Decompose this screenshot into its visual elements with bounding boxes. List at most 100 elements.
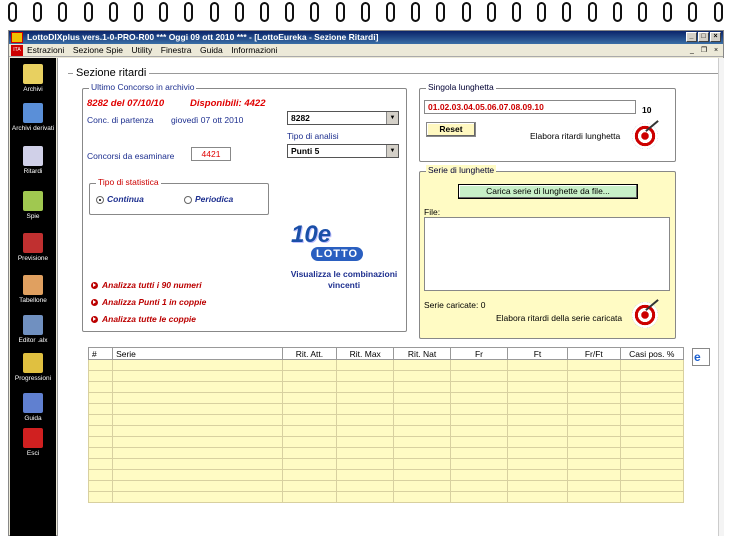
menu-guida[interactable]: Guida: [200, 44, 223, 57]
table-cell[interactable]: [567, 392, 621, 404]
action-analyze-90[interactable]: Analizza tutti i 90 numeri: [91, 280, 202, 290]
lotto-logo[interactable]: 10e LOTTO: [291, 221, 383, 263]
table-cell[interactable]: [281, 425, 338, 437]
table-cell[interactable]: [112, 381, 283, 393]
vertical-scrollbar[interactable]: [718, 58, 724, 536]
table-cell[interactable]: [506, 381, 569, 393]
col-header[interactable]: Rit. Att.: [281, 347, 338, 360]
table-cell[interactable]: [393, 359, 452, 371]
table-cell[interactable]: [567, 480, 621, 492]
table-cell[interactable]: [450, 480, 508, 492]
table-cell[interactable]: [112, 447, 283, 459]
table-cell[interactable]: [87, 370, 114, 382]
table-cell[interactable]: [619, 414, 685, 426]
chevron-down-icon[interactable]: ▼: [386, 145, 398, 157]
table-row[interactable]: [87, 436, 685, 448]
table-cell[interactable]: [336, 425, 395, 437]
table-row[interactable]: [87, 469, 685, 481]
sidebar-item-esci[interactable]: Esci: [10, 428, 56, 457]
sidebar-item-tabellone[interactable]: Tabellone: [10, 275, 56, 304]
table-cell[interactable]: [336, 491, 395, 503]
table-cell[interactable]: [567, 491, 621, 503]
table-cell[interactable]: [336, 458, 395, 470]
table-cell[interactable]: [281, 403, 338, 415]
table-cell[interactable]: [336, 480, 395, 492]
table-cell[interactable]: [336, 469, 395, 481]
table-cell[interactable]: [619, 425, 685, 437]
table-row[interactable]: [87, 359, 685, 371]
table-cell[interactable]: [506, 425, 569, 437]
table-cell[interactable]: [567, 381, 621, 393]
table-cell[interactable]: [87, 403, 114, 415]
table-cell[interactable]: [567, 469, 621, 481]
table-cell[interactable]: [619, 480, 685, 492]
table-cell[interactable]: [506, 480, 569, 492]
table-cell[interactable]: [281, 458, 338, 470]
table-cell[interactable]: [450, 425, 508, 437]
reset-button[interactable]: Reset: [426, 122, 476, 137]
file-textarea[interactable]: [424, 217, 670, 291]
table-row[interactable]: [87, 425, 685, 437]
menu-finestra[interactable]: Finestra: [161, 44, 192, 57]
table-row[interactable]: [87, 414, 685, 426]
table-cell[interactable]: [112, 359, 283, 371]
table-cell[interactable]: [619, 370, 685, 382]
table-cell[interactable]: [506, 370, 569, 382]
table-cell[interactable]: [87, 480, 114, 492]
table-cell[interactable]: [619, 491, 685, 503]
mdi-icon[interactable]: ITA: [11, 45, 23, 56]
table-cell[interactable]: [619, 381, 685, 393]
table-cell[interactable]: [87, 469, 114, 481]
table-cell[interactable]: [450, 359, 508, 371]
sidebar-item-ritardi[interactable]: Ritardi: [10, 146, 56, 175]
table-cell[interactable]: [112, 403, 283, 415]
single-input[interactable]: 01.02.03.04.05.06.07.08.09.10: [424, 100, 636, 114]
table-cell[interactable]: [506, 392, 569, 404]
table-cell[interactable]: [393, 469, 452, 481]
table-cell[interactable]: [281, 392, 338, 404]
table-row[interactable]: [87, 491, 685, 503]
table-cell[interactable]: [619, 359, 685, 371]
table-row[interactable]: [87, 392, 685, 404]
table-cell[interactable]: [87, 436, 114, 448]
table-cell[interactable]: [450, 392, 508, 404]
target-icon[interactable]: [632, 123, 658, 149]
table-cell[interactable]: [336, 381, 395, 393]
maximize-button[interactable]: □: [698, 32, 709, 42]
table-cell[interactable]: [506, 359, 569, 371]
table-row[interactable]: [87, 480, 685, 492]
table-cell[interactable]: [87, 491, 114, 503]
action-analyze-couples[interactable]: Analizza tutte le coppie: [91, 314, 196, 324]
col-header[interactable]: Fr: [450, 347, 508, 360]
table-cell[interactable]: [506, 491, 569, 503]
table-cell[interactable]: [336, 403, 395, 415]
menu-estrazioni[interactable]: Estrazioni: [27, 44, 64, 57]
table-cell[interactable]: [450, 469, 508, 481]
table-cell[interactable]: [450, 447, 508, 459]
table-cell[interactable]: [393, 414, 452, 426]
table-cell[interactable]: [112, 392, 283, 404]
table-cell[interactable]: [393, 370, 452, 382]
mdi-close-icon[interactable]: ×: [711, 46, 721, 55]
table-cell[interactable]: [450, 403, 508, 415]
col-header[interactable]: Ft: [506, 347, 569, 360]
table-cell[interactable]: [506, 414, 569, 426]
minimize-button[interactable]: _: [686, 32, 697, 42]
table-cell[interactable]: [393, 491, 452, 503]
mdi-restore-icon[interactable]: ❐: [699, 46, 709, 55]
table-cell[interactable]: [450, 458, 508, 470]
table-cell[interactable]: [87, 359, 114, 371]
table-cell[interactable]: [450, 370, 508, 382]
table-cell[interactable]: [567, 436, 621, 448]
table-cell[interactable]: [567, 359, 621, 371]
table-cell[interactable]: [506, 436, 569, 448]
mdi-minimize-icon[interactable]: _: [687, 46, 697, 55]
table-cell[interactable]: [336, 414, 395, 426]
analysis-select[interactable]: Punti 5 ▼: [287, 144, 399, 158]
table-cell[interactable]: [506, 447, 569, 459]
table-cell[interactable]: [393, 392, 452, 404]
table-cell[interactable]: [393, 458, 452, 470]
table-cell[interactable]: [281, 414, 338, 426]
table-cell[interactable]: [87, 425, 114, 437]
table-cell[interactable]: [619, 458, 685, 470]
